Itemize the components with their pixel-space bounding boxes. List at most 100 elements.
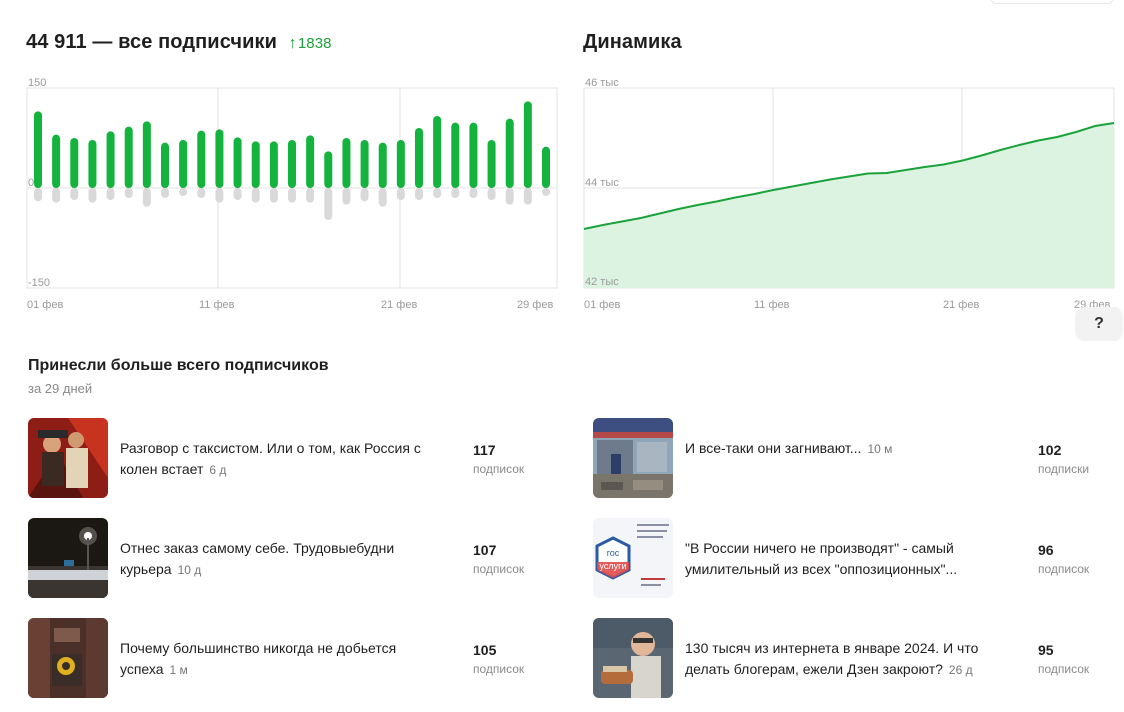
bar-new-subscribers [415, 128, 423, 188]
post-subscribers-unit: подписок [473, 662, 525, 676]
bar-unsubscribed [106, 188, 115, 200]
bar-new-subscribers [451, 122, 460, 188]
post-subscribers-unit: подписок [473, 462, 525, 476]
post-age: 26 д [948, 663, 973, 677]
bar-new-subscribers [342, 138, 351, 188]
bar-unsubscribed [342, 188, 351, 205]
bar-new-subscribers [396, 140, 405, 188]
post-item[interactable]: гос услуги "В России ничего не производя… [593, 518, 1113, 598]
post-subscribers-unit: подписок [473, 562, 525, 576]
bar-new-subscribers [233, 137, 242, 188]
bar-unsubscribed [88, 188, 97, 203]
top-posts-period: за 29 дней [28, 381, 93, 396]
bar-unsubscribed [487, 188, 496, 200]
bar-new-subscribers [70, 138, 79, 188]
bar-new-subscribers [433, 116, 442, 188]
x-tick-label: 29 фев [517, 299, 553, 311]
post-item[interactable]: И все-таки они загнивают... 10 м 102 подп… [593, 418, 1113, 498]
bar-unsubscribed [142, 188, 151, 207]
post-item[interactable]: 130 тысяч из интернета в январе 2024. И … [593, 618, 1113, 698]
bar-new-subscribers [215, 129, 224, 188]
bar-new-subscribers [487, 140, 496, 188]
y-tick-label: 44 тыс [585, 177, 619, 189]
bar-unsubscribed [415, 188, 423, 200]
dynamics-area [584, 123, 1114, 288]
bar-new-subscribers [197, 130, 206, 188]
post-age: 10 м [867, 442, 893, 456]
y-tick-label: -150 [28, 277, 50, 289]
bar-unsubscribed [251, 188, 260, 203]
bar-new-subscribers [106, 131, 115, 188]
post-title: Почему большинство никогда не добьется у… [120, 640, 397, 677]
post-item[interactable]: Отнес заказ самому себе. Трудовыебудни к… [28, 518, 548, 598]
bar-unsubscribed [451, 188, 460, 198]
post-age: 10 д [177, 563, 202, 577]
bar-unsubscribed [124, 188, 133, 198]
top-posts-title: Принесли больше всего подписчиков [28, 357, 329, 374]
bar-new-subscribers [306, 135, 315, 188]
bar-unsubscribed [34, 188, 42, 202]
bar-new-subscribers [505, 118, 514, 188]
help-label: ? [1094, 315, 1104, 332]
x-tick-label: 01 фев [584, 299, 620, 311]
bar-new-subscribers [88, 140, 97, 188]
post-thumbnail [28, 618, 108, 698]
svg-text:услуги: услуги [600, 561, 627, 571]
bar-new-subscribers [269, 141, 278, 188]
bar-unsubscribed [433, 188, 442, 198]
post-title: "В России ничего не производят" - самый … [685, 540, 958, 577]
post-title: Разговор с таксистом. Или о том, как Рос… [120, 440, 421, 477]
post-age: 6 д [209, 463, 227, 477]
post-subscribers-unit: подписок [1038, 562, 1090, 576]
bar-new-subscribers [360, 140, 369, 188]
post-subscribers-count: 102 [1038, 442, 1062, 458]
x-tick-label: 11 фев [754, 299, 790, 311]
post-thumbnail [28, 518, 108, 598]
bar-new-subscribers [34, 111, 42, 188]
bar-new-subscribers [124, 126, 133, 188]
bar-unsubscribed [52, 188, 61, 203]
bar-new-subscribers [251, 141, 260, 188]
post-item[interactable]: Разговор с таксистом. Или о том, как Рос… [28, 418, 548, 498]
post-subscribers-count: 95 [1038, 642, 1054, 658]
post-age: 1 м [169, 663, 188, 677]
bar-new-subscribers [52, 134, 61, 188]
subscribers-bar-chart: 150 0 -150 01 фев 11 фев 21 фев 29 фев [26, 77, 558, 311]
y-tick-label: 150 [28, 77, 46, 89]
x-tick-label: 11 фев [199, 299, 235, 311]
bar-unsubscribed [378, 188, 387, 207]
bar-unsubscribed [288, 188, 296, 203]
bar-new-subscribers [179, 140, 188, 188]
bar-unsubscribed [70, 188, 79, 200]
bar-unsubscribed [360, 188, 369, 202]
post-title: Отнес заказ самому себе. Трудовыебудни к… [120, 540, 395, 577]
help-button[interactable]: ? [1075, 307, 1123, 341]
svg-text:гос: гос [607, 548, 620, 558]
dynamics-area-chart: 46 тыс44 тыс42 тыс01 фев 11 фев 21 фев 29 ф… [583, 77, 1115, 311]
post-title: И все-таки они загнивают... 10 м [685, 440, 893, 456]
y-tick-label: 46 тыс [585, 77, 619, 89]
x-tick-label: 21 фев [381, 299, 417, 311]
y-tick-label: 42 тыс [585, 276, 619, 288]
bar-unsubscribed [233, 188, 242, 200]
post-subscribers-unit: подписок [1038, 662, 1090, 676]
bar-unsubscribed [215, 188, 224, 203]
bar-new-subscribers [469, 122, 478, 188]
y-tick-label: 0 [28, 177, 34, 189]
bar-unsubscribed [306, 188, 315, 203]
post-thumbnail [593, 418, 673, 498]
post-title: 130 тысяч из интернета в январе 2024. И … [685, 640, 979, 677]
bar-unsubscribed [523, 188, 532, 205]
bar-new-subscribers [324, 151, 333, 188]
post-subscribers-count: 117 [473, 442, 496, 458]
bar-unsubscribed [505, 188, 514, 205]
x-tick-label: 21 фев [943, 299, 979, 311]
x-tick-label: 01 фев [27, 299, 63, 311]
post-subscribers-unit: подписки [1038, 462, 1090, 476]
post-item[interactable]: Почему большинство никогда не добьется у… [28, 618, 548, 698]
post-subscribers-count: 105 [473, 642, 497, 658]
bar-unsubscribed [469, 188, 478, 198]
bar-unsubscribed [324, 188, 333, 220]
post-subscribers-count: 96 [1038, 542, 1054, 558]
bar-new-subscribers [142, 121, 151, 188]
